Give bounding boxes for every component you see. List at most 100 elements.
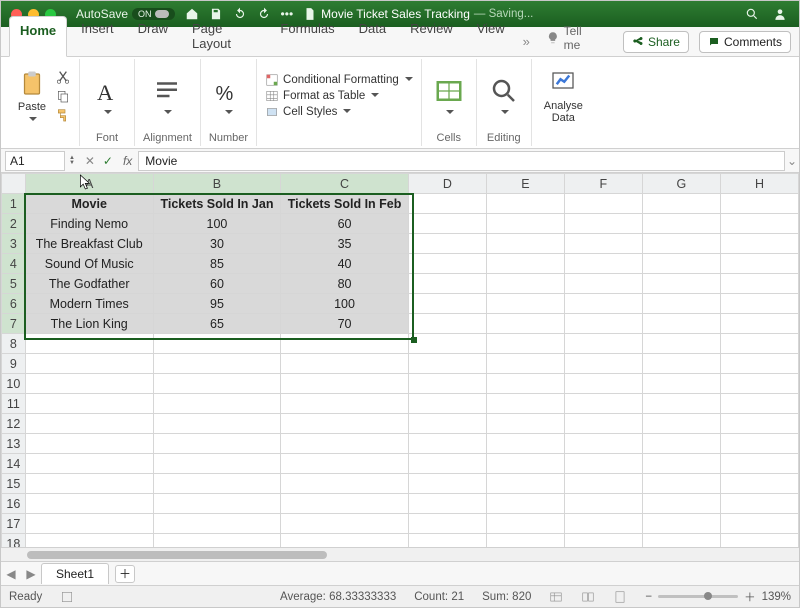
row-header-4[interactable]: 4 bbox=[2, 254, 26, 274]
analyse-data-button[interactable]: Analyse Data bbox=[540, 66, 587, 126]
row-header-15[interactable]: 15 bbox=[2, 474, 26, 494]
tab-home[interactable]: Home bbox=[9, 16, 67, 57]
cell-H16[interactable] bbox=[720, 494, 798, 514]
column-header-B[interactable]: B bbox=[153, 174, 281, 194]
cell-C11[interactable] bbox=[281, 394, 409, 414]
tab-data[interactable]: Data bbox=[349, 15, 396, 56]
cell-A12[interactable] bbox=[25, 414, 153, 434]
cell-F4[interactable] bbox=[564, 254, 642, 274]
cell-C9[interactable] bbox=[281, 354, 409, 374]
cell-H18[interactable] bbox=[720, 534, 798, 548]
cell-A2[interactable]: Finding Nemo bbox=[25, 214, 153, 234]
cell-D16[interactable] bbox=[408, 494, 486, 514]
row-header-8[interactable]: 8 bbox=[2, 334, 26, 354]
add-sheet-button[interactable]: ＋ bbox=[115, 565, 135, 583]
row-header-11[interactable]: 11 bbox=[2, 394, 26, 414]
cell-G5[interactable] bbox=[642, 274, 720, 294]
cell-G4[interactable] bbox=[642, 254, 720, 274]
tab-view[interactable]: View bbox=[467, 15, 515, 56]
cell-A17[interactable] bbox=[25, 514, 153, 534]
cell-styles-button[interactable]: Cell Styles bbox=[265, 105, 413, 119]
cell-B9[interactable] bbox=[153, 354, 281, 374]
row-header-10[interactable]: 10 bbox=[2, 374, 26, 394]
cell-F6[interactable] bbox=[564, 294, 642, 314]
cell-D2[interactable] bbox=[408, 214, 486, 234]
cell-F8[interactable] bbox=[564, 334, 642, 354]
cell-H4[interactable] bbox=[720, 254, 798, 274]
cell-E7[interactable] bbox=[486, 314, 564, 334]
cell-C4[interactable]: 40 bbox=[281, 254, 409, 274]
cell-F17[interactable] bbox=[564, 514, 642, 534]
sheet-tab[interactable]: Sheet1 bbox=[41, 563, 109, 584]
cell-C12[interactable] bbox=[281, 414, 409, 434]
cell-F9[interactable] bbox=[564, 354, 642, 374]
cell-H12[interactable] bbox=[720, 414, 798, 434]
spreadsheet-grid[interactable]: ABCDEFGH1MovieTickets Sold In JanTickets… bbox=[1, 173, 799, 547]
cell-A3[interactable]: The Breakfast Club bbox=[25, 234, 153, 254]
cell-D14[interactable] bbox=[408, 454, 486, 474]
row-header-18[interactable]: 18 bbox=[2, 534, 26, 548]
cell-D10[interactable] bbox=[408, 374, 486, 394]
cell-A16[interactable] bbox=[25, 494, 153, 514]
cell-E13[interactable] bbox=[486, 434, 564, 454]
tab-draw[interactable]: Draw bbox=[128, 15, 178, 56]
cell-G1[interactable] bbox=[642, 194, 720, 214]
column-header-A[interactable]: A bbox=[25, 174, 153, 194]
cell-A18[interactable] bbox=[25, 534, 153, 548]
select-all-corner[interactable] bbox=[2, 174, 26, 194]
cell-C2[interactable]: 60 bbox=[281, 214, 409, 234]
cell-H9[interactable] bbox=[720, 354, 798, 374]
cell-B4[interactable]: 85 bbox=[153, 254, 281, 274]
cell-B18[interactable] bbox=[153, 534, 281, 548]
cell-D5[interactable] bbox=[408, 274, 486, 294]
cell-E6[interactable] bbox=[486, 294, 564, 314]
cell-D1[interactable] bbox=[408, 194, 486, 214]
cell-C6[interactable]: 100 bbox=[281, 294, 409, 314]
cell-A10[interactable] bbox=[25, 374, 153, 394]
cell-G8[interactable] bbox=[642, 334, 720, 354]
cell-E17[interactable] bbox=[486, 514, 564, 534]
cell-G9[interactable] bbox=[642, 354, 720, 374]
horizontal-scrollbar[interactable] bbox=[1, 547, 799, 561]
cell-H1[interactable] bbox=[720, 194, 798, 214]
cell-E12[interactable] bbox=[486, 414, 564, 434]
cell-F11[interactable] bbox=[564, 394, 642, 414]
cell-F10[interactable] bbox=[564, 374, 642, 394]
cell-G13[interactable] bbox=[642, 434, 720, 454]
cell-G14[interactable] bbox=[642, 454, 720, 474]
cell-B11[interactable] bbox=[153, 394, 281, 414]
cell-F16[interactable] bbox=[564, 494, 642, 514]
conditional-formatting-button[interactable]: Conditional Formatting bbox=[265, 73, 413, 87]
row-header-1[interactable]: 1 bbox=[2, 194, 26, 214]
cell-A13[interactable] bbox=[25, 434, 153, 454]
cell-A9[interactable] bbox=[25, 354, 153, 374]
cell-F7[interactable] bbox=[564, 314, 642, 334]
column-header-H[interactable]: H bbox=[720, 174, 798, 194]
cell-G12[interactable] bbox=[642, 414, 720, 434]
cell-H11[interactable] bbox=[720, 394, 798, 414]
cell-B7[interactable]: 65 bbox=[153, 314, 281, 334]
alignment-button[interactable] bbox=[148, 74, 186, 118]
cell-F13[interactable] bbox=[564, 434, 642, 454]
zoom-out-icon[interactable]: − bbox=[645, 591, 652, 603]
row-header-3[interactable]: 3 bbox=[2, 234, 26, 254]
row-header-13[interactable]: 13 bbox=[2, 434, 26, 454]
row-header-14[interactable]: 14 bbox=[2, 454, 26, 474]
column-header-C[interactable]: C bbox=[281, 174, 409, 194]
cell-C14[interactable] bbox=[281, 454, 409, 474]
view-pagebreak-icon[interactable] bbox=[613, 590, 627, 604]
cell-F5[interactable] bbox=[564, 274, 642, 294]
macro-record-icon[interactable] bbox=[60, 590, 74, 604]
cell-F1[interactable] bbox=[564, 194, 642, 214]
cell-C16[interactable] bbox=[281, 494, 409, 514]
column-header-G[interactable]: G bbox=[642, 174, 720, 194]
cut-icon[interactable] bbox=[55, 69, 71, 85]
cells-button[interactable] bbox=[430, 74, 468, 118]
cell-A6[interactable]: Modern Times bbox=[25, 294, 153, 314]
cell-B15[interactable] bbox=[153, 474, 281, 494]
cell-H5[interactable] bbox=[720, 274, 798, 294]
cell-B1[interactable]: Tickets Sold In Jan bbox=[153, 194, 281, 214]
cell-H7[interactable] bbox=[720, 314, 798, 334]
cell-B5[interactable]: 60 bbox=[153, 274, 281, 294]
cell-C10[interactable] bbox=[281, 374, 409, 394]
